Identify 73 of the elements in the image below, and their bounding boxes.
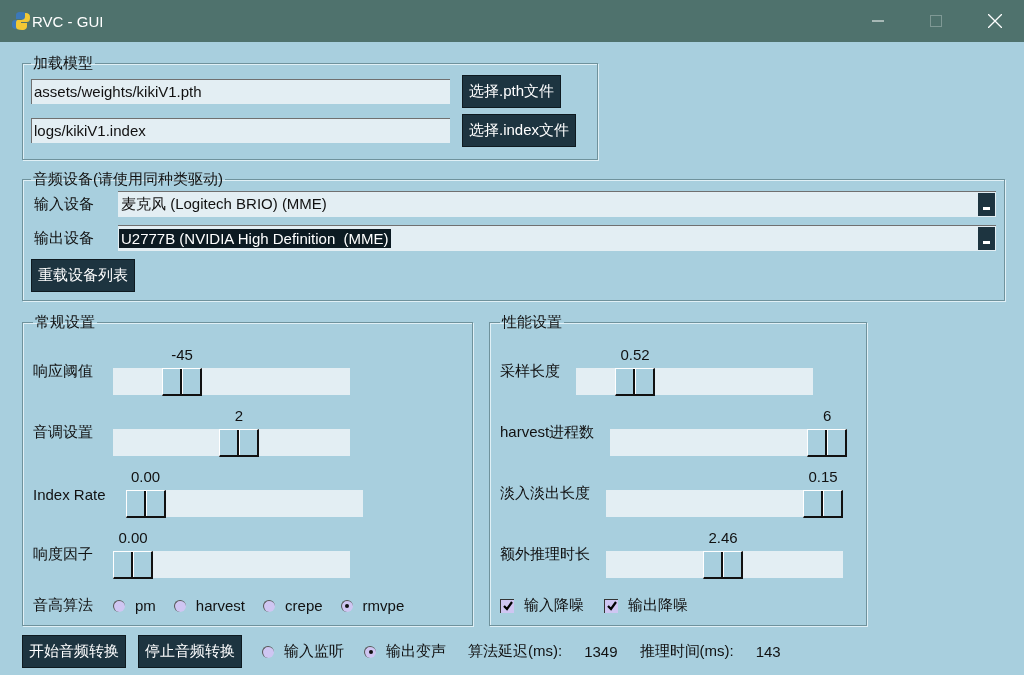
checkbox[interactable] — [500, 598, 514, 613]
slider-thumb[interactable] — [615, 368, 655, 396]
slider-track[interactable] — [113, 551, 350, 578]
noise-reduction-checkbox[interactable]: 输出降噪 — [604, 596, 688, 615]
noise-reduction-checkbox[interactable]: 输入降噪 — [500, 596, 584, 615]
mode-radio-option[interactable]: 输出变声 — [364, 642, 446, 661]
stat-label: 算法延迟(ms): — [468, 642, 563, 661]
slider-label: harvest进程数 — [500, 423, 595, 442]
pitch-radio-option[interactable]: harvest — [173, 597, 246, 614]
slider-value: 0.52 — [620, 346, 650, 363]
radio-circle[interactable] — [340, 599, 353, 612]
slider-thumb[interactable] — [113, 551, 153, 579]
slider-thumb[interactable] — [803, 490, 843, 518]
slider-label: 采样长度 — [500, 362, 560, 381]
stat-label: 推理时间(ms): — [639, 642, 734, 661]
mode-radio-option[interactable]: 输入监听 — [262, 642, 344, 661]
device-label: 输出设备 — [33, 228, 95, 248]
slider-label: 响度因子 — [33, 545, 93, 564]
pitch-algorithm-label: 音高算法 — [33, 596, 93, 615]
radio-circle[interactable] — [173, 599, 186, 612]
slider-track[interactable] — [125, 490, 363, 517]
slider-value: 0.00 — [118, 529, 148, 546]
slider-thumb[interactable] — [807, 429, 848, 457]
slider-value: 0.00 — [130, 468, 161, 485]
stat-value: 1349 — [584, 643, 618, 660]
pitch-radio-option[interactable]: rmvpe — [340, 597, 405, 614]
slider-track[interactable] — [606, 551, 843, 578]
pitch-radio-option[interactable]: crepe — [263, 597, 323, 614]
snake-logo-icon — [12, 11, 30, 31]
slider-label: 音调设置 — [33, 423, 93, 442]
slider-thumb[interactable] — [162, 368, 202, 396]
slider-track[interactable] — [113, 368, 350, 395]
file-select-button[interactable]: 选择.index文件 — [462, 114, 577, 147]
slider-value: -45 — [171, 346, 193, 363]
stop-conversion-button[interactable]: 停止音频转换 — [138, 635, 242, 668]
slider-thumb[interactable] — [125, 490, 166, 518]
slider-track[interactable] — [113, 429, 350, 456]
start-conversion-button[interactable]: 开始音频转换 — [22, 635, 126, 668]
slider-thumb[interactable] — [703, 551, 743, 579]
slider-track[interactable] — [606, 490, 843, 517]
slider-value: 6 — [823, 407, 832, 424]
device-dropdown[interactable]: U2777B (NVIDIA High Definition (MME) — [118, 225, 996, 251]
path-field[interactable]: logs/kikiV1.index — [31, 118, 450, 143]
slider-value: 2.46 — [708, 529, 738, 546]
group-title: 加载模型 — [32, 54, 94, 73]
checkbox[interactable] — [604, 598, 618, 613]
reload-devices-button[interactable]: 重载设备列表 — [31, 259, 135, 292]
slider-value: 0.15 — [808, 468, 838, 485]
group-title: 音频设备(请使用同种类驱动) — [32, 170, 224, 189]
slider-label: 额外推理时长 — [500, 545, 590, 564]
radio-circle[interactable] — [364, 645, 376, 658]
close-icon[interactable] — [988, 14, 1002, 28]
slider-value: 2 — [234, 407, 244, 424]
radio-circle[interactable] — [113, 599, 125, 612]
slider-thumb[interactable] — [219, 429, 259, 457]
checkmark-icon — [501, 600, 514, 612]
slider-label: Index Rate — [33, 486, 106, 503]
radio-circle[interactable] — [263, 599, 276, 612]
device-dropdown[interactable]: 麦克风 (Logitech BRIO) (MME) — [118, 191, 996, 217]
checkmark-icon — [605, 600, 618, 612]
slider-label: 响应阈值 — [33, 362, 93, 381]
path-field[interactable]: assets/weights/kikiV1.pth — [31, 79, 450, 104]
radio-circle[interactable] — [262, 645, 274, 658]
stat-value: 143 — [755, 643, 781, 660]
pitch-radio-option[interactable]: pm — [113, 597, 156, 614]
group-title: 性能设置 — [500, 313, 563, 332]
file-select-button[interactable]: 选择.pth文件 — [462, 75, 562, 108]
device-label: 输入设备 — [33, 194, 95, 214]
slider-track[interactable] — [610, 429, 848, 456]
group-title: 常规设置 — [34, 313, 96, 332]
slider-track[interactable] — [576, 368, 813, 395]
slider-label: 淡入淡出长度 — [500, 484, 590, 503]
window-title: RVC - GUI — [32, 12, 104, 30]
